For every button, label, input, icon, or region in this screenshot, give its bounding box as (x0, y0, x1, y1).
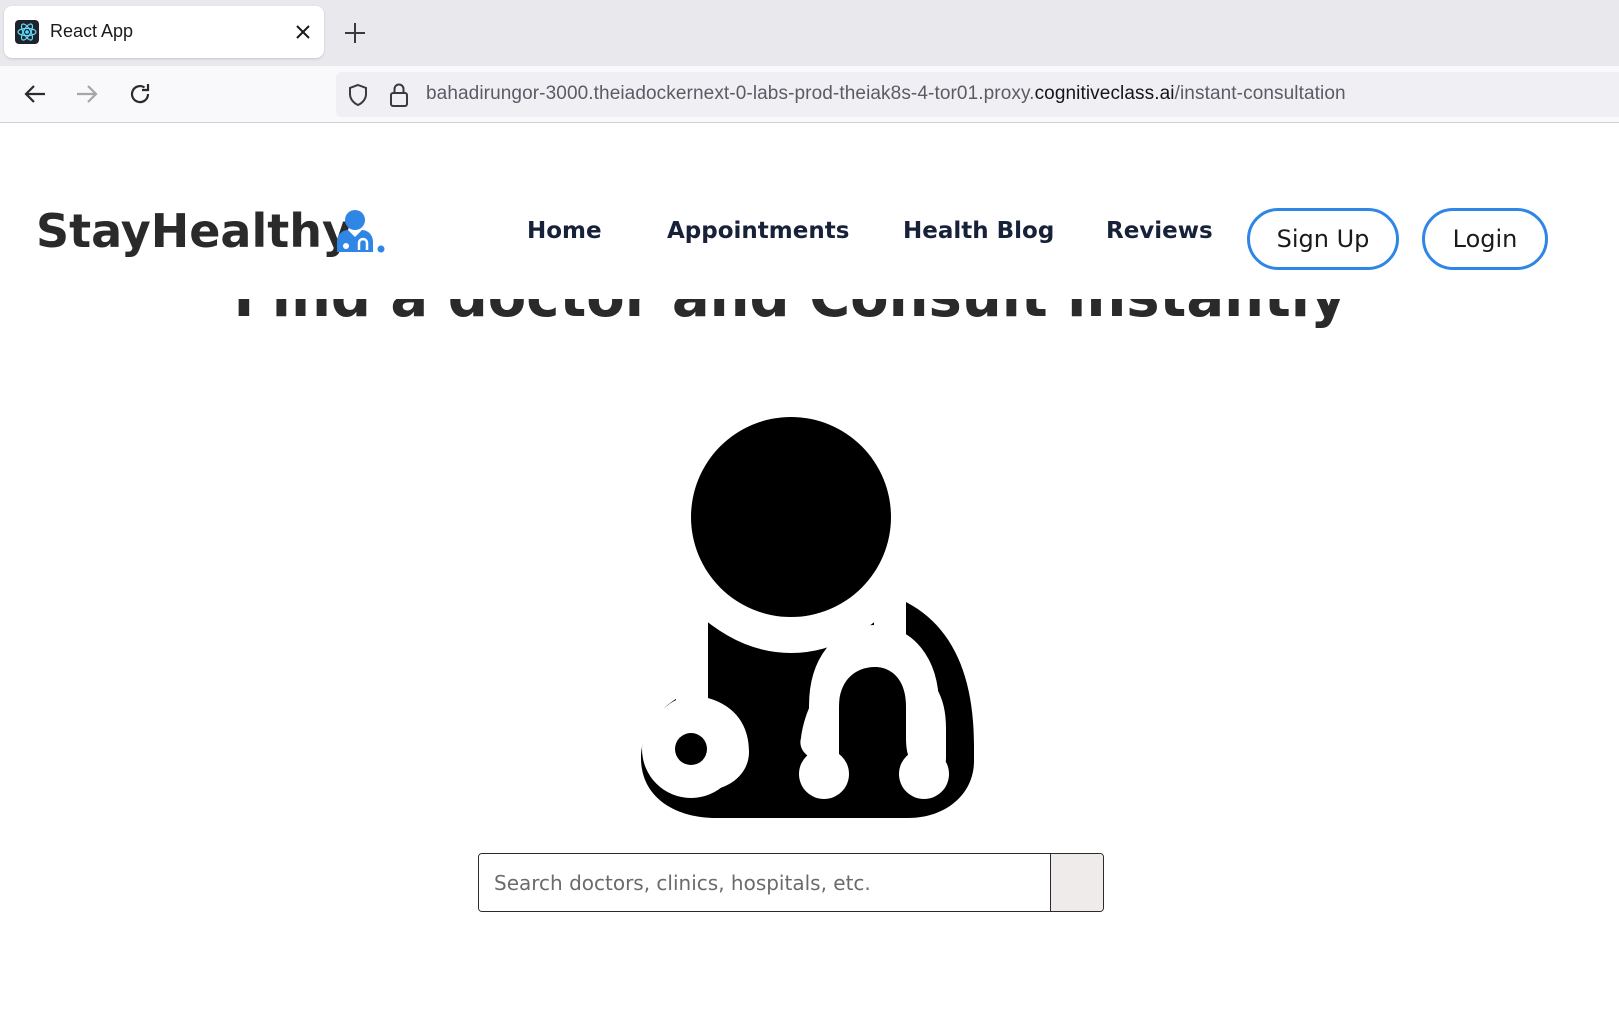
login-button[interactable]: Login (1422, 208, 1548, 270)
search-button[interactable] (1050, 854, 1103, 911)
url-path: /instant-consultation (1174, 83, 1346, 104)
doctor-stethoscope-icon (606, 416, 976, 818)
page-content: StayHealthy Home Appointments Health Blo… (0, 124, 1619, 1014)
close-icon[interactable] (290, 19, 316, 45)
url-prefix: bahadirungor-3000.theiadockernext-0-labs… (426, 83, 1035, 104)
reload-icon[interactable] (124, 78, 156, 110)
search-input[interactable] (479, 854, 1051, 911)
page-title-clipped: Find a doctor and Consult instantly (0, 299, 1580, 357)
nav-link-appointments[interactable]: Appointments (667, 218, 849, 244)
browser-toolbar: bahadirungor-3000.theiadockernext-0-labs… (0, 66, 1619, 123)
forward-arrow-icon[interactable] (71, 78, 103, 110)
new-tab-plus-icon[interactable] (340, 18, 370, 48)
search-bar (478, 853, 1104, 912)
sign-up-button[interactable]: Sign Up (1247, 208, 1399, 270)
url-text: bahadirungor-3000.theiadockernext-0-labs… (426, 83, 1346, 105)
lock-icon[interactable] (388, 82, 410, 108)
url-host: cognitiveclass.ai (1034, 83, 1175, 104)
tab-title: React App (50, 21, 134, 41)
browser-tab-strip: React App (0, 0, 1619, 66)
nav-link-health-blog[interactable]: Health Blog (903, 218, 1054, 244)
nav-link-home[interactable]: Home (527, 218, 602, 244)
browser-tab[interactable]: React App (4, 6, 324, 58)
page-title: Find a doctor and Consult instantly (0, 299, 1580, 330)
react-favicon-icon (15, 20, 39, 44)
shield-icon[interactable] (346, 83, 370, 107)
doctor-logo-icon[interactable] (334, 208, 386, 254)
nav-link-reviews[interactable]: Reviews (1106, 218, 1213, 244)
address-bar[interactable]: bahadirungor-3000.theiadockernext-0-labs… (336, 72, 1619, 117)
site-logo-text[interactable]: StayHealthy (36, 204, 352, 258)
back-arrow-icon[interactable] (19, 78, 51, 110)
